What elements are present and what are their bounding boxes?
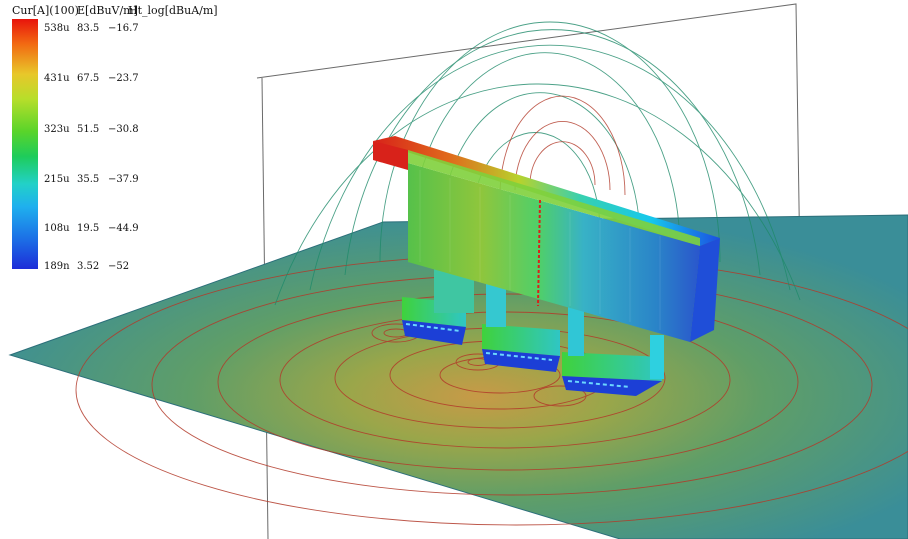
legend-hfield-value: −37.9 — [108, 174, 139, 185]
color-scale-bar — [12, 19, 38, 269]
legend-efield-value: 3.52 — [77, 261, 100, 272]
legend-header-hfield: Ht_log[dBuA/m] — [128, 4, 218, 17]
legend-efield-value: 51.5 — [77, 124, 100, 135]
legend-hfield-value: −30.8 — [108, 124, 139, 135]
terminal-foot-2 — [482, 324, 560, 372]
legend-current-value: 215u — [44, 174, 70, 185]
legend-hfield-value: −44.9 — [108, 223, 139, 234]
busbar-leg-4 — [650, 335, 664, 379]
viewport-3d[interactable]: Cur[A](100) E[dBuV/m] Ht_log[dBuA/m] 538… — [0, 0, 908, 539]
legend-efield-value: 67.5 — [77, 73, 100, 84]
legend-efield-value: 83.5 — [77, 23, 100, 34]
legend-hfield-value: −52 — [108, 261, 130, 272]
legend-current-value: 323u — [44, 124, 70, 135]
legend-efield-value: 19.5 — [77, 223, 100, 234]
legend-efield-value: 35.5 — [77, 174, 100, 185]
terminal-foot-3 — [562, 352, 662, 396]
legend-header-current: Cur[A](100) — [12, 4, 79, 17]
legend-hfield-value: −16.7 — [108, 23, 139, 34]
legend-current-value: 189n — [44, 261, 70, 272]
legend-hfield-value: −23.7 — [108, 73, 139, 84]
legend-current-value: 108u — [44, 223, 70, 234]
legend-current-value: 431u — [44, 73, 70, 84]
legend-current-value: 538u — [44, 23, 70, 34]
